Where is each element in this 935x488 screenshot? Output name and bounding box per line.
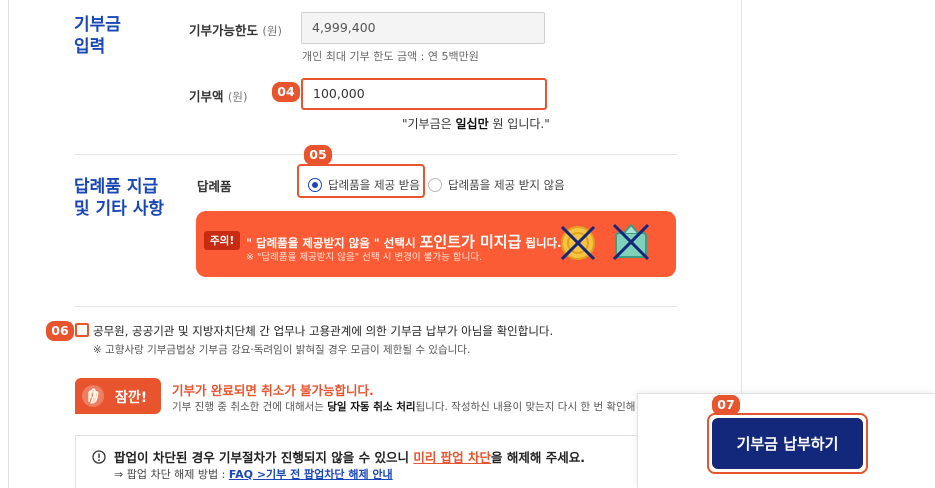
gift-warning-banner: 주의! " 답례품을 제공받지 않음 " 선택시 포인트가 미지급 됩니다. ※… xyxy=(196,211,676,277)
caution-detail: 기부 진행 중 취소한 건에 대해서는 당일 자동 취소 처리됩니다. 작성하신… xyxy=(172,401,640,413)
limit-hint: 개인 최대 기부 한도 금액 : 연 5백만원 xyxy=(302,50,479,63)
step-badge-07: 07 xyxy=(712,395,740,415)
radio-unchecked-icon[interactable] xyxy=(428,177,442,192)
caution-tag: 잠깐! xyxy=(75,378,161,414)
section-divider xyxy=(74,306,677,307)
hand-wave-icon xyxy=(82,385,104,407)
amount-note: "기부금은 일십만 원 입니다." xyxy=(402,117,550,131)
donate-submit-button[interactable]: 기부금 납부하기 xyxy=(712,418,863,469)
gift-decline-option[interactable]: 답례품을 제공 받지 않음 xyxy=(428,174,565,193)
gift-label: 답례품 xyxy=(197,179,232,194)
section-title-donation: 기부금 입력 xyxy=(74,15,121,57)
popup-notice-box: 팝업이 차단된 경우 기부절차가 진행되지 않을 수 있으니 미리 팝업 차단을… xyxy=(75,435,645,488)
warning-tag: 주의! xyxy=(204,231,241,250)
section-title-gift: 답례품 지급 및 기타 사항 xyxy=(74,177,165,219)
no-points-icon xyxy=(560,225,596,261)
limit-field: 4,999,400 xyxy=(301,12,545,44)
confirm-sub-text: ※ 고향사랑 기부금법상 기부금 강요·독려임이 밝혀질 경우 모금이 제한될 … xyxy=(93,344,471,356)
popup-notice-text: 팝업이 차단된 경우 기부절차가 진행되지 않을 수 있으니 미리 팝업 차단을… xyxy=(114,450,585,465)
confirm-text: 공무원, 공공기관 및 지방자치단체 간 업무나 고용관계에 의한 기부금 납부… xyxy=(93,324,554,338)
gift-receive-option[interactable]: 답례품을 제공 받음 xyxy=(297,164,425,198)
section-divider xyxy=(74,154,677,155)
warning-sub-text: ※ "답례품을 제공받지 않음" 선택 시 변경이 불가능 합니다. xyxy=(246,252,483,263)
radio-checked-icon[interactable] xyxy=(308,177,322,192)
caution-headline: 기부가 완료되면 취소가 불가능합니다. xyxy=(172,383,374,398)
donation-amount-input[interactable]: 100,000 xyxy=(301,78,547,110)
step-badge-06: 06 xyxy=(46,321,74,341)
limit-label: 기부가능한도 (원) xyxy=(189,23,282,38)
info-icon xyxy=(92,450,106,464)
popup-method: ⇒ 팝업 차단 해제 방법 : FAQ >기부 전 팝업차단 해제 안내 xyxy=(114,468,393,481)
amount-label: 기부액 (원) xyxy=(189,89,248,104)
step-badge-05: 05 xyxy=(304,145,332,165)
no-gift-icon xyxy=(612,223,650,261)
submit-button-frame: 기부금 납부하기 xyxy=(707,413,868,474)
faq-popup-link[interactable]: FAQ >기부 전 팝업차단 해제 안내 xyxy=(229,468,393,481)
confirm-checkbox[interactable] xyxy=(75,323,89,337)
step-badge-04: 04 xyxy=(272,82,300,102)
